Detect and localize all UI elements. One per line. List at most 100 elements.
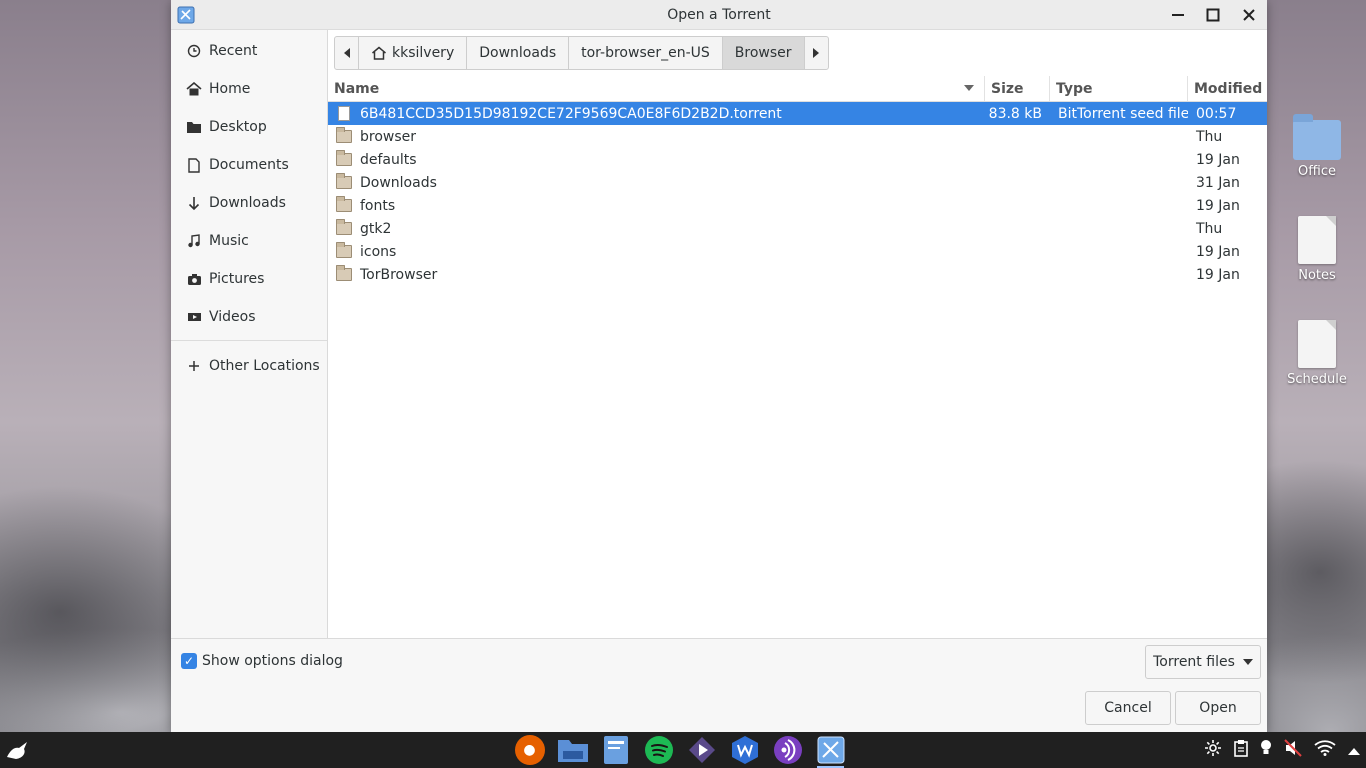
file-modified: 19 Jan: [1196, 266, 1240, 283]
sidebar-item-home[interactable]: Home: [171, 70, 327, 108]
sidebar-item-label: Pictures: [209, 271, 265, 287]
camera-icon: [185, 270, 203, 288]
open-button[interactable]: Open: [1175, 691, 1261, 725]
home-icon: [372, 46, 386, 60]
desktop-icon-notes[interactable]: Notes: [1277, 208, 1357, 283]
file-row-defaults[interactable]: defaults 19 Jan: [328, 148, 1267, 171]
column-header-size[interactable]: Size: [985, 76, 1050, 101]
maximize-button[interactable]: [1201, 4, 1225, 26]
folder-icon: [336, 127, 352, 145]
sidebar-item-label: Music: [209, 233, 249, 249]
sidebar-item-music[interactable]: Music: [171, 222, 327, 260]
sidebar-item-label: Other Locations: [209, 358, 320, 374]
document-icon: [185, 156, 203, 174]
taskbar-app-podcast[interactable]: [766, 732, 809, 768]
wifi-icon[interactable]: [1314, 740, 1336, 760]
clock-icon: [185, 42, 203, 60]
file-name: browser: [360, 128, 417, 145]
sidebar-separator: [171, 340, 327, 341]
desktop-icon-schedule[interactable]: Schedule: [1277, 312, 1357, 387]
taskbar-app-spotify[interactable]: [637, 732, 680, 768]
maximize-icon: [1206, 8, 1220, 22]
file-name: fonts: [360, 197, 396, 214]
desktop-icon-office[interactable]: Office: [1277, 104, 1357, 179]
folder-icon: [336, 173, 352, 191]
column-header-label: Modified: [1194, 80, 1263, 97]
sidebar-item-recent[interactable]: Recent: [171, 32, 327, 70]
taskbar: ●: [0, 732, 1366, 768]
sidebar-item-videos[interactable]: Videos: [171, 298, 327, 336]
mute-icon[interactable]: [1284, 739, 1302, 761]
column-header-modified[interactable]: Modified: [1188, 76, 1267, 101]
file-row-browser[interactable]: browser Thu: [328, 125, 1267, 148]
path-segment-label: Downloads: [479, 45, 557, 61]
file-row-downloads[interactable]: Downloads 31 Jan: [328, 171, 1267, 194]
close-icon: [1243, 9, 1255, 21]
folder-icon: [1277, 104, 1357, 160]
file-row-fonts[interactable]: fonts 19 Jan: [328, 194, 1267, 217]
column-header-label: Type: [1056, 80, 1093, 97]
close-button[interactable]: [1237, 4, 1261, 26]
file-modified: 19 Jan: [1196, 197, 1240, 214]
path-scroll-right-button[interactable]: [803, 36, 829, 70]
file-modified: 19 Jan: [1196, 151, 1240, 168]
taskbar-app-file-manager[interactable]: [551, 732, 594, 768]
sidebar-item-downloads[interactable]: Downloads: [171, 184, 327, 222]
folder-icon: [336, 150, 352, 168]
path-segment-label: Browser: [734, 45, 792, 61]
taskbar-app-notes[interactable]: [594, 732, 637, 768]
sidebar-item-desktop[interactable]: Desktop: [171, 108, 327, 146]
folder-icon: [185, 118, 203, 136]
folder-icon: [336, 219, 352, 237]
file-name: Downloads: [360, 174, 437, 191]
file-row-gtk2[interactable]: gtk2 Thu: [328, 217, 1267, 240]
clipboard-icon[interactable]: [1234, 739, 1248, 761]
path-scroll-left-button[interactable]: [334, 36, 359, 70]
file-filter-label: Torrent files: [1153, 654, 1235, 670]
plus-icon: [185, 357, 203, 375]
file-type: [1050, 217, 1188, 240]
file-size: [985, 263, 1050, 286]
file-list-header: Name Size Type Modified: [328, 76, 1267, 102]
file-size: 83.8 kB: [988, 105, 1042, 122]
file-row-icons[interactable]: icons 19 Jan: [328, 240, 1267, 263]
path-segment-downloads[interactable]: Downloads: [466, 36, 570, 70]
cancel-button[interactable]: Cancel: [1085, 691, 1171, 725]
tray-up-icon[interactable]: [1348, 741, 1360, 759]
sidebar-item-documents[interactable]: Documents: [171, 146, 327, 184]
lightbulb-icon[interactable]: [1260, 739, 1272, 761]
sidebar-item-pictures[interactable]: Pictures: [171, 260, 327, 298]
system-tray: [1204, 732, 1360, 768]
column-header-name[interactable]: Name: [328, 76, 985, 101]
path-segment-tor-browser[interactable]: tor-browser_en-US: [568, 36, 723, 70]
path-segment-home[interactable]: kksilvery: [358, 36, 468, 70]
sidebar-item-other-locations[interactable]: Other Locations: [171, 347, 327, 385]
column-header-type[interactable]: Type: [1050, 76, 1188, 101]
file-name: TorBrowser: [360, 266, 438, 283]
settings-icon[interactable]: [1204, 739, 1222, 761]
firefox-icon: ●: [514, 735, 545, 765]
column-header-label: Size: [991, 80, 1024, 97]
sidebar-item-label: Desktop: [209, 119, 267, 135]
file-browser: kksilvery Downloads tor-browser_en-US Br…: [328, 30, 1267, 638]
file-row-torrent[interactable]: 6B481CCD35D15D98192CE72F9569CA0E8F6D2B2D…: [328, 102, 1267, 125]
minimize-button[interactable]: [1166, 4, 1190, 26]
chevron-right-icon: [813, 48, 820, 58]
path-segment-browser[interactable]: Browser: [721, 36, 805, 70]
file-modified: 19 Jan: [1196, 243, 1240, 260]
window-title: Open a Torrent: [667, 6, 771, 23]
taskbar-app-torrent[interactable]: [809, 732, 852, 768]
show-options-checkbox[interactable]: ✓ Show options dialog: [181, 653, 343, 669]
file-row-torbrowser[interactable]: TorBrowser 19 Jan: [328, 263, 1267, 286]
file-type: [1050, 194, 1188, 217]
bird-logo-icon: [7, 742, 27, 759]
taskbar-apps: ●: [508, 732, 852, 768]
taskbar-app-wps-office[interactable]: [723, 732, 766, 768]
file-type: [1050, 171, 1188, 194]
titlebar[interactable]: Open a Torrent: [171, 0, 1267, 30]
taskbar-app-media-player[interactable]: [680, 732, 723, 768]
file-filter-dropdown[interactable]: Torrent files: [1145, 645, 1261, 679]
start-menu-button[interactable]: [4, 738, 32, 762]
taskbar-app-firefox[interactable]: ●: [508, 732, 551, 768]
minimize-icon: [1172, 14, 1184, 16]
